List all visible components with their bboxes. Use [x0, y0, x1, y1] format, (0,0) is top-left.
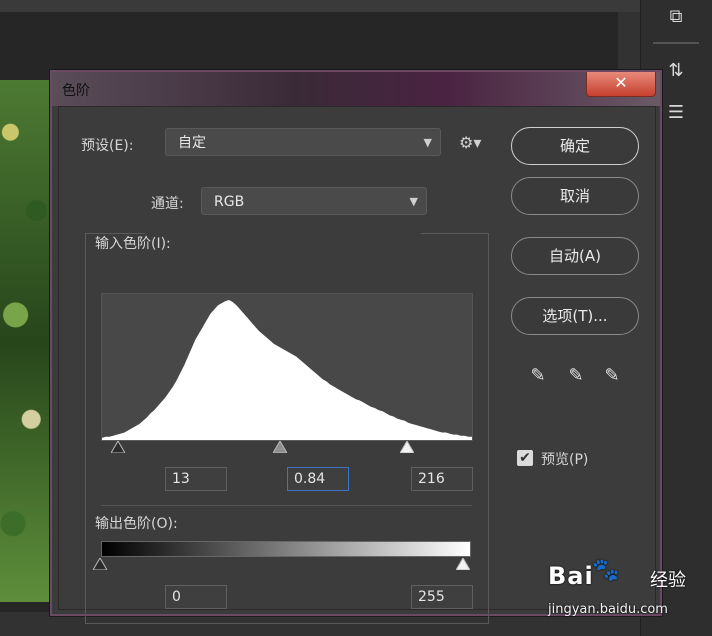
- channel-dropdown[interactable]: RGB ▼: [201, 187, 427, 215]
- close-button[interactable]: ✕: [586, 72, 656, 97]
- histogram-graph: [102, 300, 472, 440]
- usb-icon[interactable]: ⇅: [663, 58, 689, 84]
- watermark-url: jingyan.baidu.com: [548, 602, 668, 617]
- channel-label: 通道:: [151, 196, 184, 212]
- dialog-content: 预设(E): 自定 ▼ ⚙▾ 通道: RGB ▼ 输入色阶(I): 13 0.8…: [58, 106, 656, 624]
- gray-eyedropper-icon[interactable]: ✎: [565, 365, 587, 387]
- histogram: [101, 293, 473, 441]
- baidu-watermark: Bai 🐾 经验 jingyan.baidu.com: [548, 548, 708, 632]
- section-divider: [101, 505, 472, 506]
- output-white-field[interactable]: 255: [411, 585, 473, 609]
- output-black-field[interactable]: 0: [165, 585, 227, 609]
- output-white-slider[interactable]: [456, 558, 470, 570]
- white-eyedropper-icon[interactable]: ✎: [601, 365, 623, 387]
- panel-separator: [653, 42, 699, 44]
- paw-icon: 🐾: [592, 558, 620, 583]
- histogram-area: [102, 300, 472, 440]
- output-black-slider[interactable]: [93, 558, 107, 570]
- channel-value: RGB: [214, 194, 245, 210]
- photo-preview: [0, 80, 52, 602]
- input-gamma-slider[interactable]: [273, 441, 287, 453]
- options-button[interactable]: 选项(T)...: [511, 297, 639, 335]
- input-black-field[interactable]: 13: [165, 467, 227, 491]
- gear-icon[interactable]: ⚙▾: [459, 133, 481, 152]
- output-levels-label: 输出色阶(O):: [95, 516, 178, 532]
- adjust-sliders-icon[interactable]: ☰: [663, 100, 689, 126]
- chevron-down-icon: ▼: [409, 195, 418, 208]
- ok-button[interactable]: 确定: [511, 127, 639, 165]
- dialog-title: 色阶: [62, 83, 90, 99]
- preset-dropdown[interactable]: 自定 ▼: [165, 128, 441, 156]
- preview-label: 预览(P): [541, 452, 589, 468]
- black-eyedropper-icon[interactable]: ✎: [527, 365, 549, 387]
- watermark-cn: 经验: [650, 570, 686, 591]
- input-white-slider[interactable]: [400, 441, 414, 453]
- preview-checkbox[interactable]: ✔: [517, 450, 533, 466]
- watermark-brand: Bai: [548, 562, 594, 590]
- chevron-down-icon: ▼: [423, 136, 432, 149]
- preset-value: 自定: [178, 135, 206, 151]
- auto-button[interactable]: 自动(A): [511, 237, 639, 275]
- input-white-field[interactable]: 216: [411, 467, 473, 491]
- layer-comps-icon[interactable]: ⧉: [663, 4, 689, 30]
- cancel-button[interactable]: 取消: [511, 177, 639, 215]
- input-gamma-field[interactable]: 0.84: [287, 467, 349, 491]
- group-border-right: [421, 233, 488, 234]
- preset-label: 预设(E):: [81, 138, 134, 154]
- levels-dialog: 色阶 ✕ 预设(E): 自定 ▼ ⚙▾ 通道: RGB ▼ 输入色阶(I): 1…: [50, 70, 662, 624]
- dialog-titlebar[interactable]: 色阶 ✕: [52, 72, 660, 106]
- input-levels-label: 输入色阶(I):: [95, 236, 171, 252]
- output-gradient-bar: [101, 541, 471, 557]
- input-black-slider[interactable]: [111, 441, 125, 453]
- top-strip: [0, 0, 640, 12]
- close-icon: ✕: [614, 73, 628, 92]
